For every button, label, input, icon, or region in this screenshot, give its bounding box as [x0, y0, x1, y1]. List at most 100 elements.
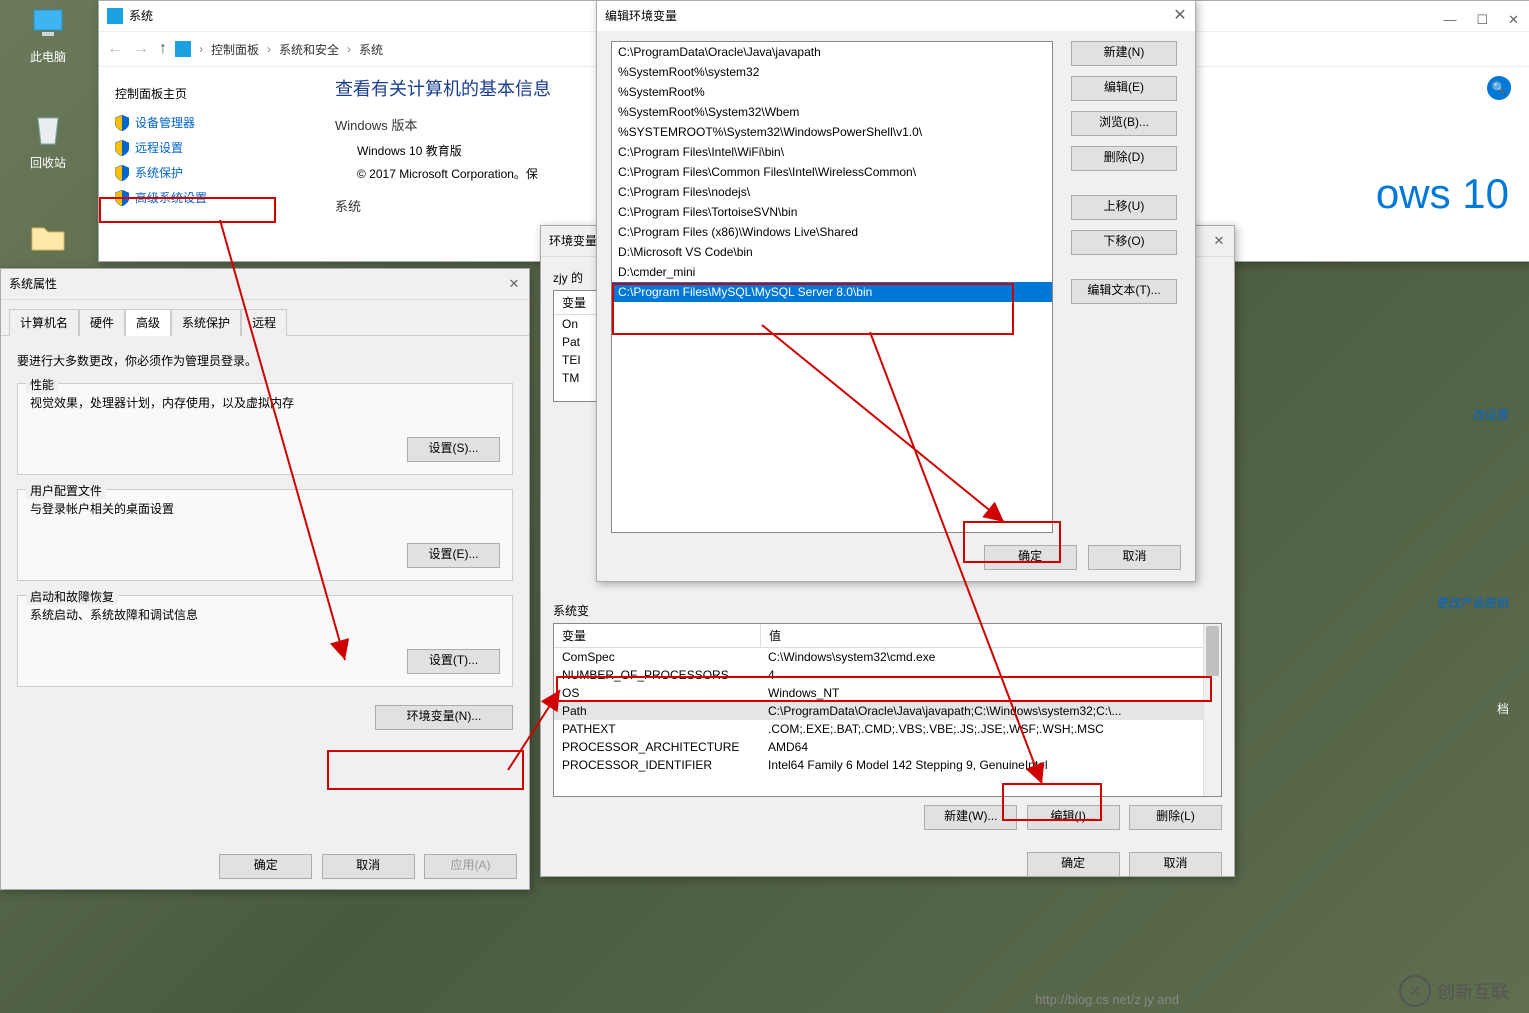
moveup-button[interactable]: 上移(U) [1071, 195, 1177, 220]
table-row[interactable]: OSWindows_NT [554, 684, 1221, 702]
scrollbar[interactable] [1203, 624, 1221, 796]
list-item[interactable]: C:\Program Files (x86)\Windows Live\Shar… [612, 222, 1052, 242]
tab-remote[interactable]: 远程 [241, 309, 287, 336]
list-item[interactable]: C:\ProgramData\Oracle\Java\javapath [612, 42, 1052, 62]
nav-item-device-manager[interactable]: 设备管理器 [115, 114, 315, 131]
forward-button[interactable]: → [133, 40, 149, 58]
nav-title: 控制面板主页 [115, 85, 315, 102]
sys-edit-button[interactable]: 编辑(I)... [1027, 805, 1120, 830]
tab-bar: 计算机名 硬件 高级 系统保护 远程 [1, 300, 529, 336]
crumb[interactable]: 系统和安全 [279, 41, 339, 58]
cell: 4 [760, 666, 1221, 684]
nav-item-protection[interactable]: 系统保护 [115, 164, 315, 181]
close-icon[interactable]: ✕ [507, 277, 521, 291]
list-item[interactable]: C:\Program Files\nodejs\ [612, 182, 1052, 202]
nav-item-advanced[interactable]: 高级系统设置 [115, 189, 315, 206]
ok-button[interactable]: 确定 [1027, 852, 1120, 877]
col-header-var[interactable]: 变量 [554, 624, 761, 647]
product-key-link[interactable]: 更改产品密钥 [1437, 594, 1509, 611]
list-item[interactable]: D:\Microsoft VS Code\bin [612, 242, 1052, 262]
sys-delete-button[interactable]: 删除(L) [1129, 805, 1222, 830]
cancel-button[interactable]: 取消 [1088, 545, 1181, 570]
back-button[interactable]: ← [107, 40, 123, 58]
minimize-icon[interactable]: — [1443, 5, 1456, 35]
env-var-button[interactable]: 环境变量(N)... [375, 705, 513, 730]
change-settings-link[interactable]: 改设置 [1473, 406, 1509, 423]
perf-settings-button[interactable]: 设置(S)... [407, 437, 500, 462]
legend: 启动和故障恢复 [26, 588, 118, 605]
list-item[interactable]: D:\cmder_mini [612, 262, 1052, 282]
desktop-icon-thispc[interactable]: 此电脑 [10, 4, 86, 65]
cell: PROCESSOR_ARCHITECTURE [554, 738, 760, 756]
list-item[interactable]: %SYSTEMROOT%\System32\WindowsPowerShell\… [612, 122, 1052, 142]
cancel-button[interactable]: 取消 [322, 854, 415, 879]
tab-computer-name[interactable]: 计算机名 [9, 309, 79, 336]
list-item[interactable]: C:\Program Files\MySQL\MySQL Server 8.0\… [612, 282, 1052, 302]
desktop-icon-label: 回收站 [10, 154, 86, 171]
admin-note: 要进行大多数更改，你必须作为管理员登录。 [17, 352, 513, 369]
window-title: 系统 [129, 1, 153, 31]
list-item[interactable]: %SystemRoot%\system32 [612, 62, 1052, 82]
cell: NUMBER_OF_PROCESSORS [554, 666, 760, 684]
ok-button[interactable]: 确定 [219, 854, 312, 879]
table-row[interactable]: NUMBER_OF_PROCESSORS4 [554, 666, 1221, 684]
cell: Windows_NT [760, 684, 1221, 702]
table-row[interactable]: ComSpecC:\Windows\system32\cmd.exe [554, 648, 1221, 666]
nav-item-remote[interactable]: 远程设置 [115, 139, 315, 156]
browse-button[interactable]: 浏览(B)... [1071, 111, 1177, 136]
cell: PATHEXT [554, 720, 760, 738]
titlebar[interactable]: 编辑环境变量 ✕ [597, 1, 1195, 31]
startup-settings-button[interactable]: 设置(T)... [407, 649, 500, 674]
table-row[interactable]: PROCESSOR_ARCHITECTUREAMD64 [554, 738, 1221, 756]
search-icon[interactable]: 🔍 [1487, 76, 1511, 100]
cell: C:\ProgramData\Oracle\Java\javapath;C:\W… [760, 702, 1221, 720]
group-profile: 用户配置文件 与登录帐户相关的桌面设置 设置(E)... [17, 489, 513, 581]
app-icon [107, 8, 123, 24]
table-row[interactable]: PathC:\ProgramData\Oracle\Java\javapath;… [554, 702, 1221, 720]
list-item[interactable]: C:\Program Files\Intel\WiFi\bin\ [612, 142, 1052, 162]
close-icon[interactable]: ✕ [1173, 9, 1187, 23]
sys-new-button[interactable]: 新建(W)... [924, 805, 1017, 830]
delete-button[interactable]: 删除(D) [1071, 146, 1177, 171]
group-performance: 性能 视觉效果，处理器计划，内存使用，以及虚拟内存 设置(S)... [17, 383, 513, 475]
table-row[interactable]: PATHEXT.COM;.EXE;.BAT;.CMD;.VBS;.VBE;.JS… [554, 720, 1221, 738]
desktop-icon-folder[interactable] [10, 218, 86, 262]
new-button[interactable]: 新建(N) [1071, 41, 1177, 66]
profile-settings-button[interactable]: 设置(E)... [407, 543, 500, 568]
table-row[interactable]: PROCESSOR_IDENTIFIERIntel64 Family 6 Mod… [554, 756, 1221, 774]
shield-icon [115, 115, 129, 131]
cancel-button[interactable]: 取消 [1129, 852, 1222, 877]
list-item[interactable]: %SystemRoot%\System32\Wbem [612, 102, 1052, 122]
nav-label: 系统保护 [135, 164, 183, 181]
maximize-icon[interactable]: ☐ [1476, 5, 1488, 35]
tab-protection[interactable]: 系统保护 [171, 309, 241, 336]
crumb[interactable]: 控制面板 [211, 41, 259, 58]
sys-var-table[interactable]: 变量 值 ComSpecC:\Windows\system32\cmd.exeN… [553, 623, 1222, 797]
up-button[interactable]: ↑ [159, 40, 167, 58]
watermark-label: 创新互联 [1437, 978, 1509, 1004]
list-item[interactable]: %SystemRoot% [612, 82, 1052, 102]
col-header-val[interactable]: 值 [761, 624, 1221, 647]
ok-button[interactable]: 确定 [984, 545, 1077, 570]
tab-advanced[interactable]: 高级 [125, 309, 171, 336]
movedown-button[interactable]: 下移(O) [1071, 230, 1177, 255]
close-icon[interactable]: ✕ [1212, 234, 1226, 248]
list-item[interactable]: C:\Program Files\TortoiseSVN\bin [612, 202, 1052, 222]
cell: ComSpec [554, 648, 760, 666]
profile-desc: 与登录帐户相关的桌面设置 [30, 500, 500, 517]
titlebar[interactable]: 系统属性 ✕ [1, 269, 529, 300]
list-item[interactable]: C:\Program Files\Common Files\Intel\Wire… [612, 162, 1052, 182]
edittext-button[interactable]: 编辑文本(T)... [1071, 279, 1177, 304]
crumb[interactable]: 系统 [359, 41, 383, 58]
close-icon[interactable]: ✕ [1508, 5, 1519, 35]
window-title: 环境变量 [549, 226, 597, 256]
recycle-icon [28, 110, 68, 150]
system-properties-dialog: 系统属性 ✕ 计算机名 硬件 高级 系统保护 远程 要进行大多数更改，你必须作为… [0, 268, 530, 890]
nav-label: 远程设置 [135, 139, 183, 156]
apply-button[interactable]: 应用(A) [424, 854, 517, 879]
desktop-icon-recycle[interactable]: 回收站 [10, 110, 86, 171]
cell: AMD64 [760, 738, 1221, 756]
edit-button[interactable]: 编辑(E) [1071, 76, 1177, 101]
tab-hardware[interactable]: 硬件 [79, 309, 125, 336]
path-list[interactable]: C:\ProgramData\Oracle\Java\javapath%Syst… [611, 41, 1053, 533]
